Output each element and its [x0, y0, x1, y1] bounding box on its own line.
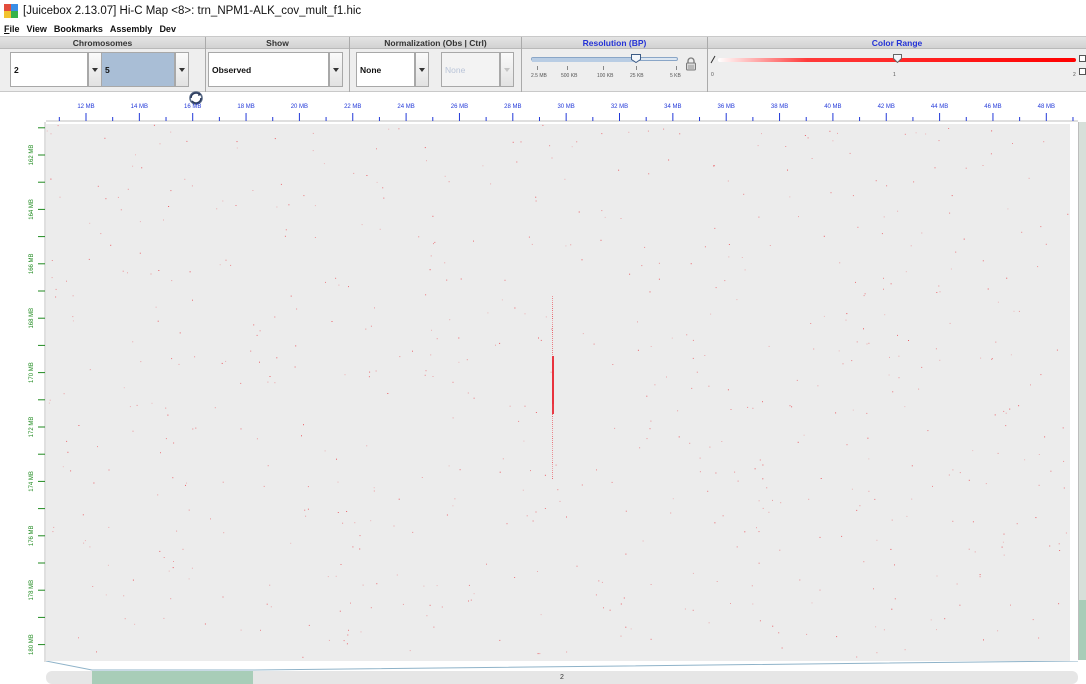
chevron-down-icon — [419, 67, 425, 72]
x-axis-tick-label: 28 MB — [504, 104, 521, 110]
title-bar: [Juicebox 2.13.07] Hi-C Map <8>: trn_NPM… — [0, 0, 1086, 22]
resolution-tick-label: 5 KB — [670, 73, 681, 79]
resolution-header: Resolution (BP) — [522, 37, 707, 49]
background-contacts — [46, 124, 1069, 658]
normalization-ctrl-select: None — [441, 52, 500, 87]
menu-assembly[interactable]: Assembly — [110, 24, 153, 34]
resolution-slider-thumb[interactable] — [631, 54, 642, 63]
resolution-tick-label: 100 KB — [597, 73, 614, 79]
lock-icon[interactable] — [685, 57, 697, 71]
resolution-tick-label: 25 KB — [630, 73, 644, 79]
chevron-down-icon — [504, 67, 510, 72]
y-axis-tick-label: 164 MB — [29, 199, 35, 220]
chevron-down-icon — [333, 67, 339, 72]
hic-contact-map[interactable] — [46, 124, 1070, 661]
juicebox-app-icon — [4, 4, 18, 18]
color-range-min-label: 0 — [711, 72, 714, 78]
menu-view[interactable]: View — [27, 24, 47, 34]
x-axis-tick-label: 26 MB — [451, 104, 468, 110]
chromosome-y-select[interactable]: 5 — [101, 52, 175, 87]
color-range-minus-checkbox[interactable] — [1079, 68, 1086, 75]
x-axis-tick-label: 22 MB — [344, 104, 361, 110]
y-axis-tick-label: 180 MB — [29, 634, 35, 655]
x-axis-tick-label: 36 MB — [718, 104, 735, 110]
y-axis-ruler: 162 MB 164 MB 166 MB 168 MB 170 MB 172 MB 174 … — [29, 122, 46, 662]
color-range-mid-label: 1 — [893, 72, 896, 78]
vertical-scrollbar[interactable] — [1078, 122, 1086, 660]
y-axis-tick-label: 168 MB — [29, 308, 35, 329]
chromosome-x-select[interactable]: 2 — [10, 52, 88, 87]
x-axis-tick-label: 44 MB — [931, 104, 948, 110]
color-range-panel: Color Range — [708, 37, 1086, 92]
x-axis-tick-label: 32 MB — [611, 104, 628, 110]
normalization-header: Normalization (Obs | Ctrl) — [350, 37, 521, 49]
x-axis-tick-label: 24 MB — [397, 104, 414, 110]
resolution-tick — [537, 66, 538, 70]
x-axis-tick-label: 20 MB — [291, 104, 308, 110]
menu-bar: File View Bookmarks Assembly Dev — [0, 22, 1086, 36]
chevron-down-icon — [179, 67, 185, 72]
horizontal-scrollbar[interactable]: 2 — [46, 671, 1078, 684]
toolbar: Chromosomes 2 5 Show Observed Normalizat… — [0, 36, 1086, 105]
resolution-tick — [567, 66, 568, 70]
window-title: [Juicebox 2.13.07] Hi-C Map <8>: trn_NPM… — [23, 5, 362, 17]
resolution-tick — [676, 66, 677, 70]
display-option-dropdown-button[interactable] — [329, 52, 343, 87]
show-header: Show — [206, 37, 349, 49]
chromosomes-header: Chromosomes — [0, 37, 205, 49]
display-option-select[interactable]: Observed — [208, 52, 329, 87]
scrollbar-chromosome-label: 2 — [560, 674, 564, 681]
x-axis-tick-label: 30 MB — [557, 104, 574, 110]
translocation-signal-core — [552, 360, 554, 404]
color-range-plus-checkbox[interactable] — [1079, 55, 1086, 62]
x-axis-tick-label: 48 MB — [1038, 104, 1055, 110]
y-axis-tick-label: 172 MB — [29, 417, 35, 438]
x-axis-tick-label: 34 MB — [664, 104, 681, 110]
normalization-obs-dropdown-button[interactable] — [415, 52, 429, 87]
x-axis-tick-label: 12 MB — [77, 104, 94, 110]
resolution-tick — [636, 66, 637, 70]
color-range-max-label: 2 — [1073, 72, 1076, 78]
resolution-panel: Resolution (BP) — [522, 37, 708, 92]
menu-dev[interactable]: Dev — [159, 24, 176, 34]
x-axis-tick-label: 14 MB — [131, 104, 148, 110]
menu-file[interactable]: File — [4, 24, 20, 34]
chevron-down-icon — [92, 67, 98, 72]
map-bottom-edge — [46, 661, 1078, 671]
x-axis-tick-label: 40 MB — [824, 104, 841, 110]
x-axis-tick-label: 46 MB — [984, 104, 1001, 110]
chromosome-x-dropdown-button[interactable] — [88, 52, 102, 87]
y-axis-tick-label: 174 MB — [29, 471, 35, 492]
normalization-obs-select[interactable]: None — [356, 52, 415, 87]
resolution-tick-label: 500 KB — [561, 73, 578, 79]
color-range-header: Color Range — [708, 37, 1086, 49]
y-axis-tick-label: 170 MB — [29, 362, 35, 383]
y-axis-tick-label: 176 MB — [29, 525, 35, 546]
resolution-tick-label: 2.5 MB — [531, 73, 547, 79]
juicebox-window: [Juicebox 2.13.07] Hi-C Map <8>: trn_NPM… — [0, 0, 1086, 684]
y-axis-tick-label: 166 MB — [29, 253, 35, 274]
chromosome-y-dropdown-button[interactable] — [175, 52, 189, 87]
x-axis-ruler: 12 MB 14 MB 16 MB 18 MB 20 MB 22 MB 24 MB 26 MB… — [46, 104, 1078, 122]
y-axis-tick-label: 162 MB — [29, 145, 35, 166]
x-axis-tick-label: 18 MB — [237, 104, 254, 110]
resolution-slider-fill — [532, 58, 637, 62]
vertical-scroll-thumb[interactable] — [1079, 600, 1086, 660]
color-range-mid-handle[interactable] — [892, 54, 902, 63]
x-axis-tick-label: 42 MB — [878, 104, 895, 110]
x-axis-tick-label: 38 MB — [771, 104, 788, 110]
contact-map-canvas[interactable] — [46, 124, 1070, 661]
menu-bookmarks[interactable]: Bookmarks — [54, 24, 103, 34]
x-axis-tick-label: 16 MB — [184, 104, 201, 110]
resolution-tick — [603, 66, 604, 70]
color-range-min-handle[interactable] — [710, 55, 716, 64]
y-axis-tick-label: 178 MB — [29, 580, 35, 601]
normalization-ctrl-dropdown-button — [500, 52, 514, 87]
